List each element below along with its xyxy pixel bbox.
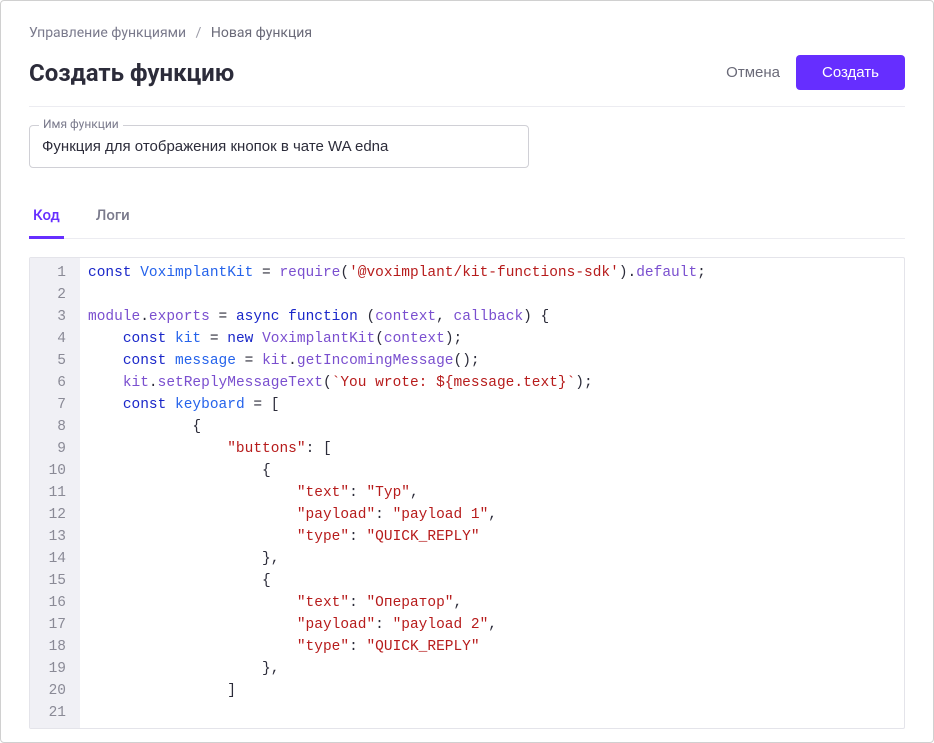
- code-line[interactable]: [88, 284, 896, 306]
- code-line[interactable]: "type": "QUICK_REPLY": [88, 526, 896, 548]
- tabs: Код Логи: [29, 196, 905, 239]
- code-line[interactable]: const VoximplantKit = require('@voximpla…: [88, 262, 896, 284]
- gutter-line: 14: [30, 548, 70, 570]
- gutter-line: 5: [30, 350, 70, 372]
- code-line[interactable]: "text": "Оператор",: [88, 592, 896, 614]
- gutter-line: 16: [30, 592, 70, 614]
- code-line[interactable]: "payload": "payload 1",: [88, 504, 896, 526]
- code-line[interactable]: "text": "Тур",: [88, 482, 896, 504]
- header-actions: Отмена Создать: [726, 55, 905, 90]
- code-line[interactable]: "type": "QUICK_REPLY": [88, 636, 896, 658]
- page-title: Создать функцию: [29, 59, 234, 87]
- gutter-line: 18: [30, 636, 70, 658]
- code-line[interactable]: const message = kit.getIncomingMessage()…: [88, 350, 896, 372]
- gutter-line: 7: [30, 394, 70, 416]
- gutter-line: 3: [30, 306, 70, 328]
- gutter-line: 2: [30, 284, 70, 306]
- gutter-line: 20: [30, 680, 70, 702]
- gutter-line: 10: [30, 460, 70, 482]
- editor-gutter: 123456789101112131415161718192021: [30, 258, 80, 728]
- gutter-line: 8: [30, 416, 70, 438]
- code-line[interactable]: module.exports = async function (context…: [88, 306, 896, 328]
- code-line[interactable]: const kit = new VoximplantKit(context);: [88, 328, 896, 350]
- code-line[interactable]: {: [88, 570, 896, 592]
- code-line[interactable]: ]: [88, 680, 896, 702]
- gutter-line: 12: [30, 504, 70, 526]
- breadcrumb-sep: /: [196, 25, 202, 41]
- code-line[interactable]: },: [88, 658, 896, 680]
- tab-code[interactable]: Код: [29, 196, 64, 239]
- gutter-line: 19: [30, 658, 70, 680]
- breadcrumb-link[interactable]: Управление функциями: [29, 25, 186, 41]
- gutter-line: 4: [30, 328, 70, 350]
- function-name-input[interactable]: [29, 125, 529, 168]
- code-line[interactable]: "buttons": [: [88, 438, 896, 460]
- code-editor[interactable]: 123456789101112131415161718192021 const …: [29, 257, 905, 729]
- function-name-label: Имя функции: [39, 117, 123, 131]
- code-line[interactable]: kit.setReplyMessageText(`You wrote: ${me…: [88, 372, 896, 394]
- code-line[interactable]: [88, 702, 896, 724]
- code-line[interactable]: },: [88, 548, 896, 570]
- create-button[interactable]: Создать: [796, 55, 905, 90]
- code-line[interactable]: const keyboard = [: [88, 394, 896, 416]
- gutter-line: 1: [30, 262, 70, 284]
- gutter-line: 6: [30, 372, 70, 394]
- breadcrumb-current: Новая функция: [211, 25, 312, 41]
- code-line[interactable]: {: [88, 416, 896, 438]
- breadcrumb: Управление функциями / Новая функция: [29, 25, 905, 41]
- page-header: Создать функцию Отмена Создать: [29, 55, 905, 107]
- tab-logs[interactable]: Логи: [92, 196, 134, 239]
- gutter-line: 11: [30, 482, 70, 504]
- gutter-line: 9: [30, 438, 70, 460]
- editor-code[interactable]: const VoximplantKit = require('@voximpla…: [80, 258, 904, 728]
- gutter-line: 21: [30, 702, 70, 724]
- cancel-button[interactable]: Отмена: [726, 64, 780, 81]
- code-line[interactable]: "payload": "payload 2",: [88, 614, 896, 636]
- gutter-line: 15: [30, 570, 70, 592]
- function-name-field: Имя функции: [29, 125, 529, 168]
- gutter-line: 17: [30, 614, 70, 636]
- gutter-line: 13: [30, 526, 70, 548]
- code-line[interactable]: {: [88, 460, 896, 482]
